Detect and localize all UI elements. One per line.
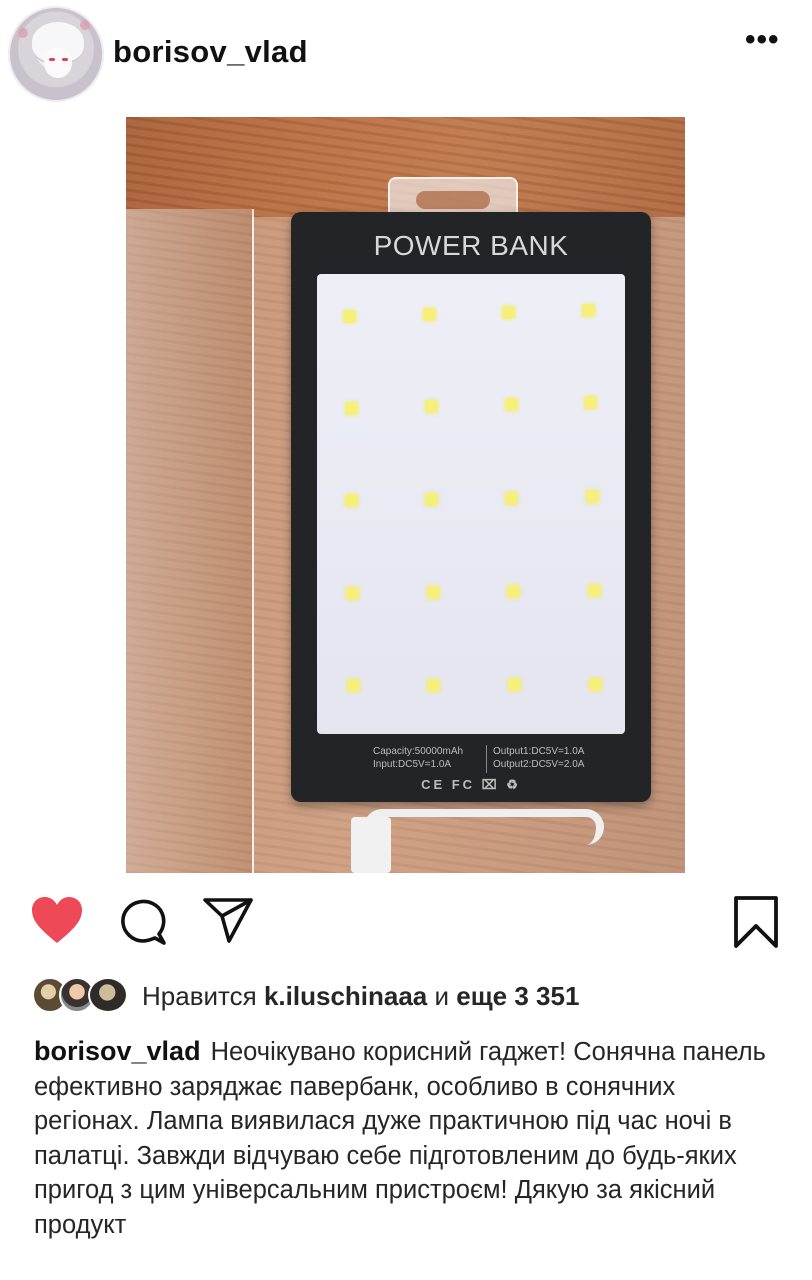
- avatar[interactable]: [8, 6, 104, 102]
- more-options-icon[interactable]: •••: [745, 25, 785, 55]
- led: [427, 679, 440, 692]
- led: [427, 586, 440, 599]
- avatar-eye: [49, 58, 55, 61]
- likes-user-link[interactable]: k.iluschinaaa: [264, 981, 427, 1011]
- spec-divider: [486, 745, 487, 773]
- avatar-eye: [62, 58, 68, 61]
- led: [345, 402, 358, 415]
- led: [423, 308, 436, 321]
- led: [505, 398, 518, 411]
- likes-joiner: и: [434, 981, 450, 1011]
- led: [582, 304, 595, 317]
- avatar-face: [44, 48, 72, 78]
- led: [589, 678, 602, 691]
- led: [425, 400, 438, 413]
- spec-input: Input:DC5V=1.0A: [373, 759, 452, 770]
- bookmark-icon[interactable]: [733, 895, 779, 949]
- avatar-decoration: [80, 20, 90, 30]
- like-heart-icon[interactable]: [30, 896, 84, 946]
- led: [505, 492, 518, 505]
- share-icon[interactable]: [202, 897, 254, 945]
- certification-marks: CE FC ⌧ ♻: [421, 777, 521, 792]
- led: [584, 396, 597, 409]
- spec-output2: Output2:DC5V=2.0A: [493, 759, 585, 770]
- likes-others-link[interactable]: еще 3 351: [456, 981, 579, 1011]
- led: [347, 679, 360, 692]
- liker-avatar[interactable]: [88, 977, 128, 1013]
- led: [343, 310, 356, 323]
- post-caption: borisov_vlad Неочікувано корисний гаджет!…: [34, 1034, 774, 1242]
- led: [425, 493, 438, 506]
- package-flap: [126, 209, 254, 873]
- led: [586, 490, 599, 503]
- led: [346, 587, 359, 600]
- caption-author[interactable]: borisov_vlad: [34, 1036, 201, 1066]
- led-panel: [317, 274, 625, 734]
- package-hanger-hole: [416, 191, 490, 209]
- post-photo[interactable]: POWER BANK Capacity:50000mAh Input:DC5V=…: [126, 117, 685, 873]
- post-username[interactable]: borisov_vlad: [113, 34, 308, 70]
- led: [507, 585, 520, 598]
- usb-connector: [351, 817, 391, 873]
- led: [502, 306, 515, 319]
- avatar-decoration: [18, 28, 28, 38]
- comment-icon[interactable]: [118, 898, 168, 948]
- led: [345, 494, 358, 507]
- spec-output1: Output1:DC5V=1.0A: [493, 746, 585, 757]
- post-header: borisov_vlad •••: [0, 0, 812, 105]
- caption-text: Неочікувано корисний гаджет! Сонячна пан…: [34, 1038, 766, 1239]
- likes-row[interactable]: Нравится k.iluschinaaa и еще 3 351: [32, 975, 792, 1017]
- spec-capacity: Capacity:50000mAh: [373, 746, 464, 757]
- led: [508, 678, 521, 691]
- power-bank-brand: POWER BANK: [373, 230, 569, 261]
- usb-cable: [364, 809, 604, 845]
- power-bank: POWER BANK Capacity:50000mAh Input:DC5V=…: [291, 212, 651, 802]
- led: [588, 584, 601, 597]
- likes-prefix: Нравится: [142, 981, 257, 1011]
- likes-text: Нравится k.iluschinaaa и еще 3 351: [142, 981, 579, 1012]
